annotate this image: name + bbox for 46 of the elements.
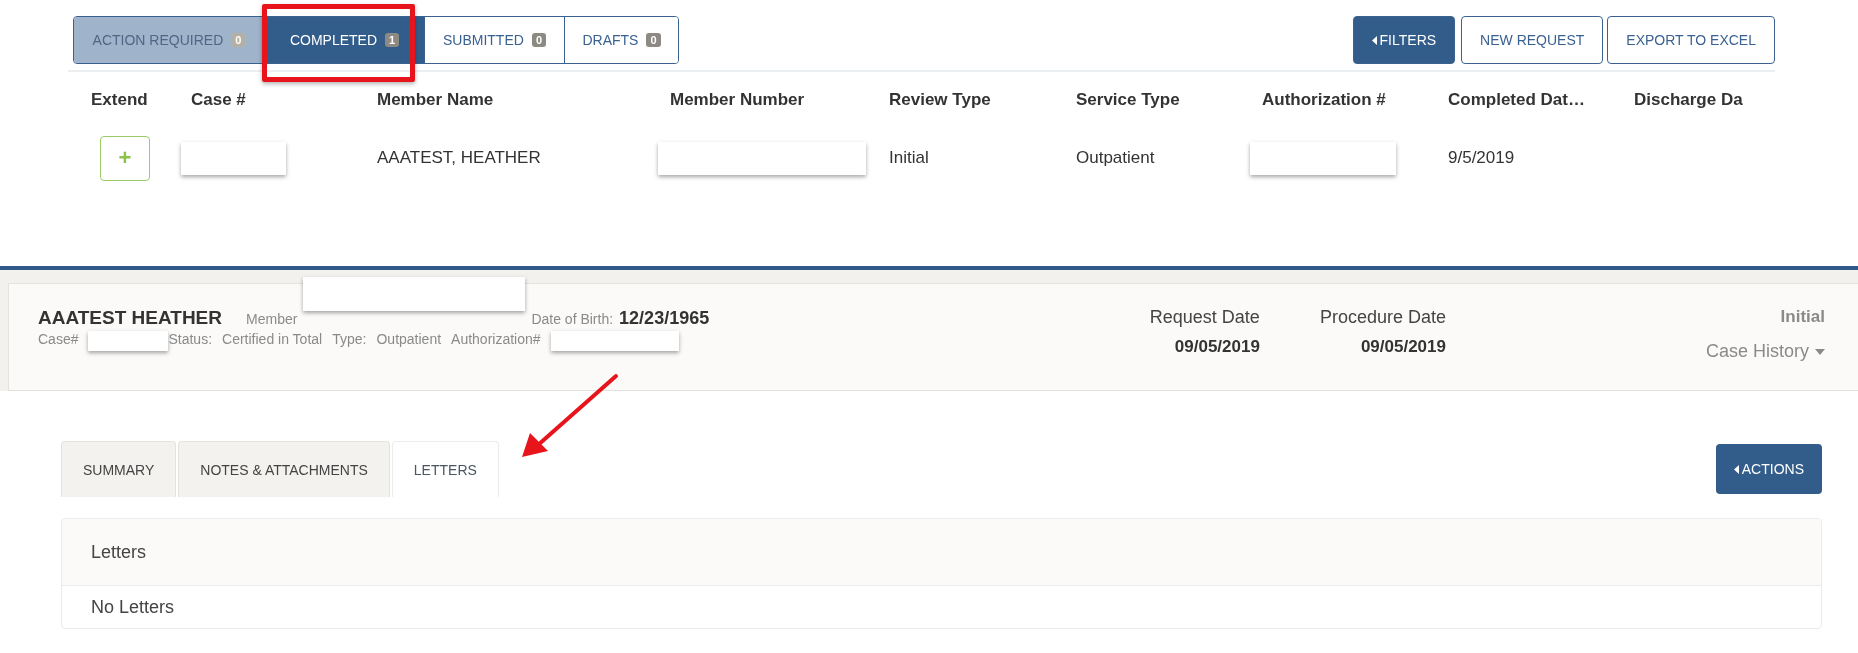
date-label: Procedure Date bbox=[1319, 307, 1446, 328]
table-cell: Outpatient bbox=[1076, 148, 1155, 168]
caret-icon bbox=[1815, 348, 1825, 355]
date-value: 09/05/2019 bbox=[1174, 337, 1260, 357]
column-header: Member Name bbox=[377, 90, 494, 110]
table-cell: AAATEST, HEATHER bbox=[377, 148, 541, 168]
field-label: Date of Birth: bbox=[531, 311, 614, 327]
field-value: 12/23/1965 bbox=[619, 308, 710, 329]
field-label: Case# bbox=[38, 331, 79, 347]
detail-tab[interactable]: LETTERS bbox=[391, 441, 499, 497]
detail-tab[interactable]: NOTES & ATTACHMENTS bbox=[178, 441, 390, 497]
review-type: Initial bbox=[1780, 307, 1825, 327]
detail-tab[interactable]: SUMMARY bbox=[61, 441, 177, 497]
field-label: Member bbox=[246, 311, 298, 327]
count-badge: 0 bbox=[646, 33, 661, 47]
column-header: Member Number bbox=[670, 90, 805, 110]
column-header: Discharge Da bbox=[1634, 90, 1743, 110]
toolbar-button[interactable]: NEW REQUEST bbox=[1461, 16, 1604, 64]
filters-button[interactable]: FILTERS bbox=[1352, 16, 1456, 64]
field-label: Certified in Total bbox=[222, 331, 323, 347]
member-name: AAATEST HEATHER bbox=[38, 307, 223, 329]
actions-button[interactable]: ACTIONS bbox=[1715, 444, 1822, 494]
caret-icon bbox=[1733, 464, 1739, 474]
date-label: Request Date bbox=[1149, 307, 1260, 328]
panel-title: Letters bbox=[91, 541, 147, 563]
count-badge: 1 bbox=[385, 33, 400, 47]
case-history-dropdown[interactable]: Case History bbox=[1705, 341, 1825, 362]
field-label: Status: bbox=[168, 331, 213, 347]
field-label: Authorization# bbox=[451, 331, 541, 347]
caret-icon bbox=[1371, 35, 1377, 45]
column-header: Case # bbox=[191, 90, 246, 110]
count-badge: 0 bbox=[231, 33, 246, 47]
column-header: Review Type bbox=[889, 90, 991, 110]
date-value: 09/05/2019 bbox=[1360, 337, 1446, 357]
table-cell: 9/5/2019 bbox=[1448, 148, 1515, 168]
toolbar-button[interactable]: EXPORT TO EXCEL bbox=[1607, 16, 1775, 64]
column-header: Extend bbox=[91, 90, 148, 110]
queue-tab[interactable]: DRAFTS 0 bbox=[564, 17, 678, 63]
table-cell: Initial bbox=[889, 148, 929, 168]
column-header: Authorization # bbox=[1262, 90, 1386, 110]
field-label: Type: bbox=[332, 331, 367, 347]
count-badge: 0 bbox=[531, 33, 546, 47]
column-header: Service Type bbox=[1076, 90, 1180, 110]
field-label: Outpatient bbox=[376, 331, 442, 347]
empty-message: No Letters bbox=[91, 596, 175, 618]
column-header: Completed Dat… bbox=[1448, 90, 1585, 110]
